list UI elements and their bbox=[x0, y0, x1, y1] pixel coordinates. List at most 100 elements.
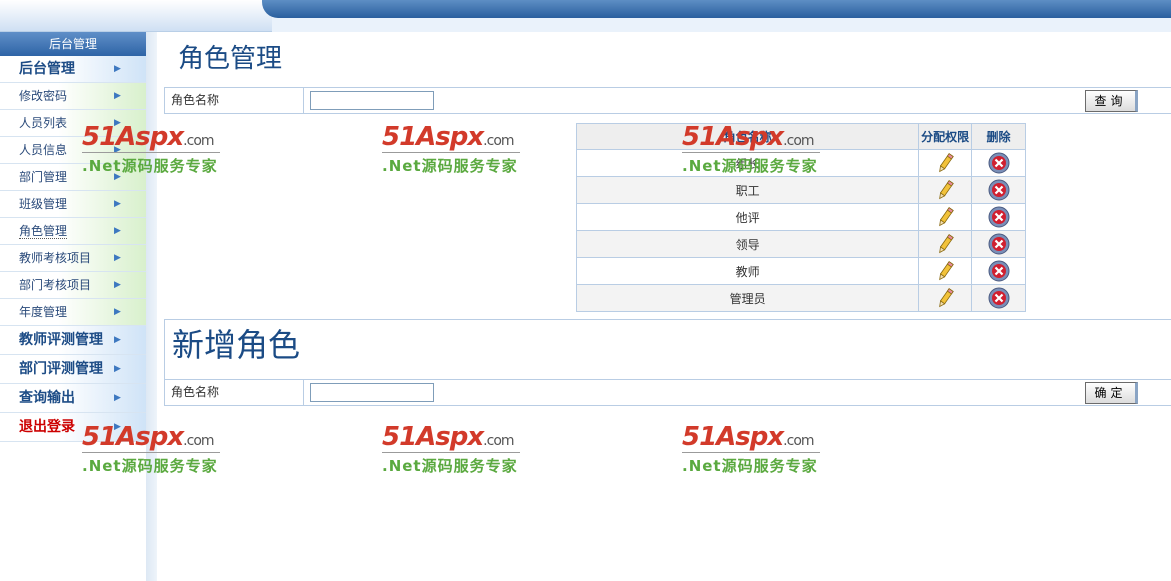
sidebar-item-label: 角色管理 bbox=[19, 224, 68, 239]
sidebar-item-label: 人员信息 bbox=[19, 143, 68, 157]
page-title: 角色管理 bbox=[178, 44, 283, 74]
watermark-logo: 51Aspx.com bbox=[382, 122, 515, 152]
sidebar-item-label: 班级管理 bbox=[19, 197, 68, 211]
sidebar-divider bbox=[146, 32, 157, 581]
delete-x-icon[interactable] bbox=[988, 179, 1010, 201]
assign-permission-cell bbox=[918, 176, 973, 204]
role-name-cell: 管理员 bbox=[575, 284, 920, 312]
sidebar-item-1[interactable]: 修改密码 ▶ bbox=[0, 83, 146, 110]
search-row: 角色名称 bbox=[164, 87, 1171, 114]
arrow-right-icon: ▶ bbox=[114, 393, 121, 403]
table-row: 教师 bbox=[575, 257, 1026, 285]
watermark-logo: 51Aspx.com bbox=[382, 422, 515, 452]
add-role-section: 新增角色 bbox=[164, 319, 1171, 380]
arrow-right-icon: ▶ bbox=[114, 226, 121, 236]
sidebar-item-label: 部门管理 bbox=[19, 170, 68, 184]
arrow-right-icon: ▶ bbox=[114, 335, 121, 345]
sidebar-item-8[interactable]: 部门考核项目 ▶ bbox=[0, 272, 146, 299]
watermark-slogan: .Net源码服务专家 bbox=[82, 457, 218, 475]
sidebar-item-label: 查询输出 bbox=[19, 390, 75, 406]
sidebar-item-label: 后台管理 bbox=[19, 61, 75, 77]
assign-permission-cell bbox=[918, 257, 973, 285]
watermark-slogan: .Net源码服务专家 bbox=[382, 157, 518, 175]
sidebar-item-10[interactable]: 教师评测管理 ▶ bbox=[0, 326, 146, 355]
top-banner-tab bbox=[0, 0, 272, 32]
arrow-right-icon: ▶ bbox=[114, 172, 121, 182]
arrow-right-icon: ▶ bbox=[114, 118, 121, 128]
role-name-cell: 他评 bbox=[575, 203, 920, 231]
sidebar-item-label: 部门评测管理 bbox=[19, 361, 103, 377]
watermark-51aspx: 51Aspx.com .Net源码服务专家 bbox=[382, 122, 532, 182]
pencil-edit-icon[interactable] bbox=[934, 287, 956, 309]
assign-permission-cell bbox=[918, 284, 973, 312]
sidebar-item-label: 年度管理 bbox=[19, 305, 68, 319]
watermark-logo: 51Aspx.com bbox=[682, 422, 815, 452]
table-row: 组长 bbox=[575, 149, 1026, 177]
arrow-right-icon: ▶ bbox=[114, 422, 121, 432]
watermark-slogan: .Net源码服务专家 bbox=[682, 457, 818, 475]
role-name-add-input[interactable] bbox=[310, 383, 434, 402]
arrow-right-icon: ▶ bbox=[114, 199, 121, 209]
delete-x-icon[interactable] bbox=[988, 260, 1010, 282]
role-table: 角色名称 分配权限 删除 组长 职工 他评 领导 教师 管理员 bbox=[575, 123, 1026, 312]
arrow-right-icon: ▶ bbox=[114, 280, 121, 290]
sidebar-item-label: 教师考核项目 bbox=[19, 251, 92, 265]
sidebar-item-5[interactable]: 班级管理 ▶ bbox=[0, 191, 146, 218]
sidebar-item-0[interactable]: 后台管理 ▶ bbox=[0, 56, 146, 83]
sidebar-item-label: 教师评测管理 bbox=[19, 332, 103, 348]
sidebar-item-2[interactable]: 人员列表 ▶ bbox=[0, 110, 146, 137]
sidebar-item-11[interactable]: 部门评测管理 ▶ bbox=[0, 355, 146, 384]
delete-x-icon[interactable] bbox=[988, 152, 1010, 174]
delete-x-icon[interactable] bbox=[988, 206, 1010, 228]
arrow-right-icon: ▶ bbox=[114, 307, 121, 317]
arrow-right-icon: ▶ bbox=[114, 91, 121, 101]
sidebar-item-label: 人员列表 bbox=[19, 116, 68, 130]
assign-permission-cell bbox=[918, 230, 973, 258]
sidebar-item-12[interactable]: 查询输出 ▶ bbox=[0, 384, 146, 413]
arrow-right-icon: ▶ bbox=[114, 64, 121, 74]
pencil-edit-icon[interactable] bbox=[934, 179, 956, 201]
pencil-edit-icon[interactable] bbox=[934, 152, 956, 174]
sidebar-item-7[interactable]: 教师考核项目 ▶ bbox=[0, 245, 146, 272]
sidebar-title: 后台管理 bbox=[0, 32, 146, 56]
sidebar-item-3[interactable]: 人员信息 ▶ bbox=[0, 137, 146, 164]
pencil-edit-icon[interactable] bbox=[934, 206, 956, 228]
search-label: 角色名称 bbox=[165, 88, 304, 113]
arrow-right-icon: ▶ bbox=[114, 364, 121, 374]
table-row: 职工 bbox=[575, 176, 1026, 204]
header-delete: 删除 bbox=[971, 123, 1026, 150]
sidebar-item-13[interactable]: 退出登录 ▶ bbox=[0, 413, 146, 442]
sidebar-item-4[interactable]: 部门管理 ▶ bbox=[0, 164, 146, 191]
top-banner bbox=[0, 0, 1171, 32]
top-banner-band bbox=[262, 0, 1171, 18]
add-role-label: 角色名称 bbox=[165, 380, 304, 405]
role-name-cell: 领导 bbox=[575, 230, 920, 258]
delete-cell bbox=[971, 284, 1026, 312]
header-role-name: 角色名称 bbox=[575, 123, 920, 150]
add-role-title: 新增角色 bbox=[172, 326, 301, 364]
role-name-cell: 组长 bbox=[575, 149, 920, 177]
sidebar-item-label: 修改密码 bbox=[19, 89, 68, 103]
delete-cell bbox=[971, 176, 1026, 204]
delete-cell bbox=[971, 257, 1026, 285]
role-table-body: 组长 职工 他评 领导 教师 管理员 bbox=[575, 149, 1026, 312]
watermark-slogan: .Net源码服务专家 bbox=[382, 457, 518, 475]
arrow-right-icon: ▶ bbox=[114, 145, 121, 155]
delete-cell bbox=[971, 230, 1026, 258]
watermark-51aspx: 51Aspx.com .Net源码服务专家 bbox=[682, 422, 832, 482]
delete-x-icon[interactable] bbox=[988, 233, 1010, 255]
table-row: 管理员 bbox=[575, 284, 1026, 312]
sidebar-item-label: 部门考核项目 bbox=[19, 278, 92, 292]
sidebar-item-9[interactable]: 年度管理 ▶ bbox=[0, 299, 146, 326]
delete-cell bbox=[971, 203, 1026, 231]
delete-x-icon[interactable] bbox=[988, 287, 1010, 309]
add-role-row: 角色名称 bbox=[164, 379, 1171, 406]
arrow-right-icon: ▶ bbox=[114, 253, 121, 263]
pencil-edit-icon[interactable] bbox=[934, 260, 956, 282]
query-button[interactable]: 查询 bbox=[1085, 90, 1138, 112]
confirm-button[interactable]: 确定 bbox=[1085, 382, 1138, 404]
role-name-search-input[interactable] bbox=[310, 91, 434, 110]
pencil-edit-icon[interactable] bbox=[934, 233, 956, 255]
role-name-cell: 职工 bbox=[575, 176, 920, 204]
sidebar-item-6[interactable]: 角色管理 ▶ bbox=[0, 218, 146, 245]
